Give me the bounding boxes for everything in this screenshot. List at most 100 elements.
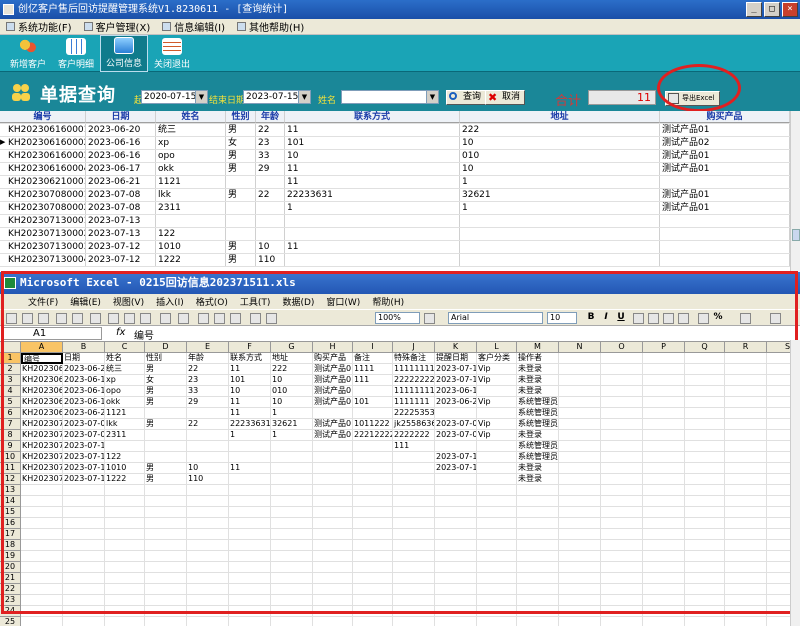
menu-help[interactable]: 其他帮助(H) <box>233 19 312 34</box>
close-button[interactable]: × <box>782 2 798 17</box>
menu-system[interactable]: 系统功能(F) <box>2 19 80 34</box>
sheet-cell[interactable] <box>187 617 229 626</box>
table-row[interactable]: KH202307080001 2023-07-08 lkk 男 22 22233631 32… <box>0 189 790 202</box>
col-header-gender[interactable]: 性别 <box>226 111 256 123</box>
minimize-button[interactable]: _ <box>746 2 762 17</box>
table-cell[interactable]: 101 <box>285 137 460 149</box>
table-cell[interactable]: 2023-07-12 <box>86 254 156 266</box>
menu-customer[interactable]: 客户管理(X) <box>80 19 159 34</box>
table-cell[interactable]: KH202306160001 <box>0 124 86 136</box>
sheet-cell[interactable] <box>145 617 187 626</box>
sheet-cell[interactable] <box>393 617 435 626</box>
grid-scrollbar[interactable] <box>790 111 800 272</box>
table-cell[interactable]: KH202307130002 <box>0 228 86 240</box>
table-cell[interactable] <box>226 215 256 227</box>
table-cell[interactable]: 测试产品01 <box>660 189 790 201</box>
table-cell[interactable]: 33 <box>256 150 285 162</box>
sheet-cell[interactable] <box>725 617 767 626</box>
table-cell[interactable]: 女 <box>226 137 256 149</box>
table-cell[interactable]: 男 <box>226 124 256 136</box>
table-cell[interactable]: KH202306160003 <box>0 150 86 162</box>
sheet-cell[interactable] <box>105 617 145 626</box>
table-cell[interactable]: 测试产品01 <box>660 163 790 175</box>
sheet-cell[interactable] <box>601 617 643 626</box>
table-cell[interactable] <box>156 215 226 227</box>
table-cell[interactable] <box>285 254 460 266</box>
toolbar-customer-detail-button[interactable]: 客户明细 <box>52 35 100 72</box>
table-cell[interactable]: 2311 <box>156 202 226 214</box>
table-cell[interactable]: 10 <box>460 137 660 149</box>
table-row[interactable]: KH202307130004 2023-07-12 1222 男 110 <box>0 254 790 267</box>
table-cell[interactable]: KH202306210001 <box>0 176 86 188</box>
maximize-button[interactable]: □ <box>764 2 780 17</box>
table-cell[interactable]: 22 <box>256 189 285 201</box>
table-cell[interactable]: 1 <box>285 202 460 214</box>
table-cell[interactable]: 23 <box>256 137 285 149</box>
table-cell[interactable]: 2023-06-21 <box>86 176 156 188</box>
end-date-field[interactable]: 2023-07-15 ▼ <box>243 90 311 104</box>
table-row[interactable]: KH202306210001 2023-06-21 1121 11 1 <box>0 176 790 189</box>
table-cell[interactable]: 122 <box>156 228 226 240</box>
sheet-cell[interactable] <box>63 617 105 626</box>
table-cell[interactable]: 2023-07-08 <box>86 189 156 201</box>
table-cell[interactable]: 22233631 <box>285 189 460 201</box>
toolbar-company-info-button[interactable]: 公司信息 <box>100 35 148 72</box>
table-cell[interactable]: 32621 <box>460 189 660 201</box>
table-cell[interactable] <box>285 215 460 227</box>
table-cell[interactable] <box>460 254 660 266</box>
table-cell[interactable]: xp <box>156 137 226 149</box>
table-cell[interactable]: KH202307080002 <box>0 202 86 214</box>
table-cell[interactable]: 010 <box>460 150 660 162</box>
table-cell[interactable]: 10 <box>256 241 285 253</box>
table-cell[interactable]: 2023-06-16 <box>86 150 156 162</box>
table-cell[interactable]: 1 <box>460 202 660 214</box>
table-cell[interactable]: 测试产品01 <box>660 150 790 162</box>
sheet-cell[interactable] <box>685 617 725 626</box>
table-row[interactable]: KH202306160004 2023-06-17 okk 男 29 11 10 测试产品01 <box>0 163 790 176</box>
table-cell[interactable]: 11 <box>285 124 460 136</box>
sheet-cell[interactable] <box>353 617 393 626</box>
table-cell[interactable] <box>460 228 660 240</box>
table-cell[interactable] <box>660 241 790 253</box>
chevron-down-icon[interactable]: ▼ <box>195 91 207 103</box>
table-cell[interactable]: 测试产品02 <box>660 137 790 149</box>
sheet-cell[interactable] <box>643 617 685 626</box>
table-row[interactable]: KH202307130001 2023-07-13 <box>0 215 790 228</box>
excel-scrollbar[interactable] <box>790 340 800 626</box>
table-cell[interactable]: 男 <box>226 241 256 253</box>
row-header[interactable]: 25 <box>0 617 21 626</box>
table-cell[interactable]: KH202307080001 <box>0 189 86 201</box>
search-button[interactable]: 查询 <box>446 90 487 105</box>
table-cell[interactable]: 10 <box>460 163 660 175</box>
table-cell[interactable]: 11 <box>285 241 460 253</box>
table-cell[interactable] <box>256 176 285 188</box>
table-cell[interactable]: 2023-06-16 <box>86 137 156 149</box>
sheet-cell[interactable] <box>21 617 63 626</box>
col-header-id[interactable]: 编号 <box>0 111 86 123</box>
table-cell[interactable]: lkk <box>156 189 226 201</box>
table-cell[interactable]: 男 <box>226 254 256 266</box>
table-cell[interactable]: okk <box>156 163 226 175</box>
toolbar-add-customer-button[interactable]: 新增客户 <box>4 35 52 72</box>
col-header-address[interactable]: 地址 <box>460 111 660 123</box>
table-cell[interactable]: 男 <box>226 150 256 162</box>
table-cell[interactable]: 29 <box>256 163 285 175</box>
table-row[interactable]: KH202307130002 2023-07-13 122 <box>0 228 790 241</box>
chevron-down-icon[interactable]: ▼ <box>426 91 438 103</box>
table-cell[interactable]: opo <box>156 150 226 162</box>
table-cell[interactable]: 1121 <box>156 176 226 188</box>
table-row[interactable]: KH202306160003 2023-06-16 opo 男 33 10 010 测试产品0… <box>0 150 790 163</box>
sheet-cell[interactable] <box>229 617 271 626</box>
table-cell[interactable] <box>285 228 460 240</box>
table-cell[interactable] <box>226 202 256 214</box>
table-cell[interactable]: KH202307130003 <box>0 241 86 253</box>
table-cell[interactable]: 11 <box>285 176 460 188</box>
sheet-cell[interactable] <box>517 617 559 626</box>
table-cell[interactable]: 1010 <box>156 241 226 253</box>
table-cell[interactable]: 2023-07-13 <box>86 215 156 227</box>
scroll-thumb[interactable] <box>792 229 800 241</box>
table-cell[interactable]: 10 <box>285 150 460 162</box>
table-row[interactable]: KH202306160001 2023-06-20 统三男 22 11 222 测试产品01 <box>0 124 790 137</box>
start-date-field[interactable]: 2020-07-15 ▼ <box>141 90 208 104</box>
table-cell[interactable]: 男 <box>226 189 256 201</box>
